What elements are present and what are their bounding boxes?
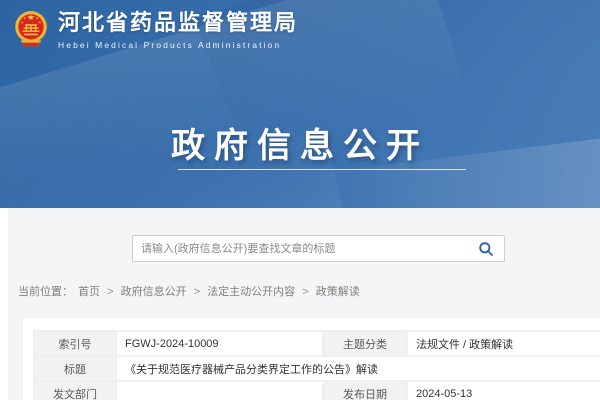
title-value: 《关于规范医疗器械产品分类界定工作的公告》解读 xyxy=(116,356,600,381)
site-logo-link[interactable]: 河北省药品监督管理局 Hebei Medical Products Admini… xyxy=(14,10,298,50)
breadcrumb: 当前位置： 首页 > 政府信息公开 > 法定主动公开内容 > 政策解读 xyxy=(18,283,362,299)
topic-category-value: 法规文件 / 政策解读 xyxy=(407,331,600,356)
topic-category-label: 主题分类 xyxy=(323,331,407,356)
index-number-value: FGWJ-2024-10009 xyxy=(116,331,323,356)
publish-date-label: 发布日期 xyxy=(323,381,407,400)
breadcrumb-separator: > xyxy=(194,286,200,298)
index-number-label: 索引号 xyxy=(34,331,116,356)
page-body: 当前位置： 首页 > 政府信息公开 > 法定主动公开内容 > 政策解读 索引号 … xyxy=(8,208,600,400)
table-row: 标题 《关于规范医疗器械产品分类界定工作的公告》解读 xyxy=(34,356,600,381)
breadcrumb-separator: > xyxy=(302,286,308,298)
breadcrumb-separator: > xyxy=(107,286,113,298)
doc-info-table: 索引号 FGWJ-2024-10009 主题分类 法规文件 / 政策解读 标题 … xyxy=(33,330,600,400)
issuing-dept-label: 发文部门 xyxy=(34,381,116,400)
org-name-en: Hebei Medical Products Administration xyxy=(58,40,298,50)
banner-title: 政府信息公开 xyxy=(0,118,600,167)
document-card: 索引号 FGWJ-2024-10009 主题分类 法规文件 / 政策解读 标题 … xyxy=(23,318,600,400)
breadcrumb-item-policy-interpretation[interactable]: 政策解读 xyxy=(316,286,360,298)
org-name-cn: 河北省药品监督管理局 xyxy=(58,10,298,36)
banner-underline xyxy=(178,169,466,170)
search-icon xyxy=(478,241,494,257)
table-row: 发文部门 发布日期 2024-05-13 xyxy=(34,381,600,400)
national-emblem-icon xyxy=(14,10,48,50)
app-window: 河北省药品监督管理局 Hebei Medical Products Admini… xyxy=(0,0,600,400)
breadcrumb-item-statutory-disclosure[interactable]: 法定主动公开内容 xyxy=(207,286,295,298)
title-label: 标题 xyxy=(34,356,116,381)
site-header: 河北省药品监督管理局 Hebei Medical Products Admini… xyxy=(0,0,600,208)
search-button[interactable] xyxy=(468,236,504,261)
breadcrumb-item-home[interactable]: 首页 xyxy=(78,286,100,298)
breadcrumb-item-gov-info[interactable]: 政府信息公开 xyxy=(121,286,187,298)
publish-date-value: 2024-05-13 xyxy=(407,381,600,400)
search-input[interactable] xyxy=(133,243,468,255)
search-box xyxy=(132,235,505,262)
breadcrumb-prefix: 当前位置： xyxy=(18,286,73,298)
issuing-dept-value xyxy=(116,381,323,400)
table-row: 索引号 FGWJ-2024-10009 主题分类 法规文件 / 政策解读 xyxy=(34,331,600,356)
